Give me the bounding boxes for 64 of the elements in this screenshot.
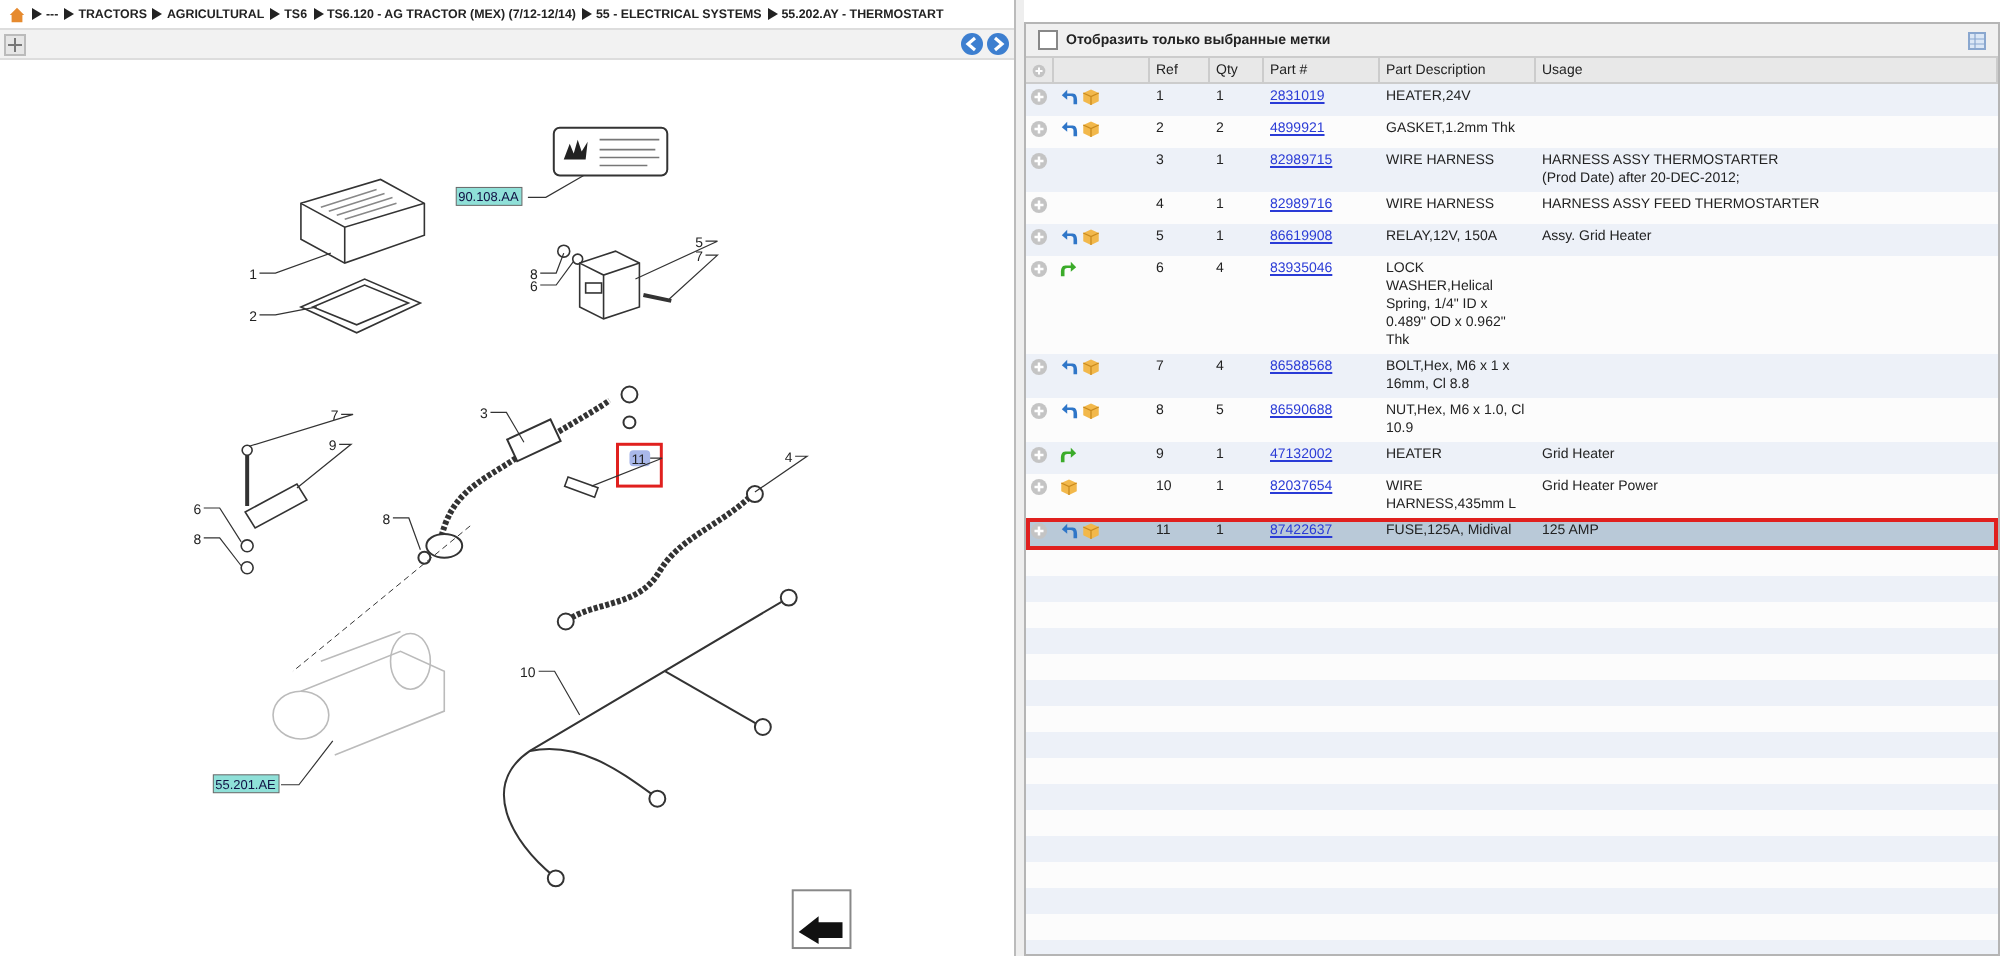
warning-decal-drawing xyxy=(552,126,669,177)
add-icon[interactable] xyxy=(1030,446,1048,464)
triangle-icon xyxy=(767,8,778,20)
leader-line xyxy=(258,306,318,316)
triangle-icon xyxy=(581,8,592,20)
leader-line xyxy=(203,537,242,567)
leader-line xyxy=(489,411,525,443)
curved-arrow-icon[interactable] xyxy=(1060,446,1078,464)
add-icon[interactable] xyxy=(1030,228,1048,246)
leader-line xyxy=(392,517,421,551)
package-icon[interactable] xyxy=(1060,478,1078,496)
leader-line xyxy=(591,457,663,487)
package-icon[interactable] xyxy=(1082,88,1100,106)
curved-arrow-icon[interactable] xyxy=(1060,88,1078,106)
back-button[interactable] xyxy=(960,32,984,56)
leader-line xyxy=(754,455,809,493)
leader-line xyxy=(538,670,581,716)
add-icon[interactable] xyxy=(1032,61,1046,79)
package-icon[interactable] xyxy=(1082,358,1100,376)
checkbox[interactable] xyxy=(1038,30,1058,50)
triangle-icon xyxy=(152,8,163,20)
add-icon[interactable] xyxy=(1030,196,1048,214)
toolbar-button[interactable] xyxy=(4,33,26,55)
curved-arrow-icon[interactable] xyxy=(1060,228,1078,246)
grid-icon[interactable] xyxy=(1968,31,1986,49)
leader-line xyxy=(527,174,585,198)
add-icon[interactable] xyxy=(1030,402,1048,420)
leader-line xyxy=(280,740,334,786)
add-icon[interactable] xyxy=(1030,478,1048,496)
triangle-icon xyxy=(270,8,281,20)
plus-icon xyxy=(8,37,22,51)
relay-drawing xyxy=(556,244,672,320)
add-icon[interactable] xyxy=(1030,522,1048,540)
package-icon[interactable] xyxy=(1082,522,1100,540)
forward-button[interactable] xyxy=(986,32,1010,56)
triangle-icon xyxy=(32,8,42,20)
heater-drawing xyxy=(300,178,426,264)
curved-arrow-icon[interactable] xyxy=(1060,260,1078,278)
curved-arrow-icon[interactable] xyxy=(1060,358,1078,376)
leader-line xyxy=(539,260,575,286)
nut-drawing xyxy=(620,385,639,430)
fuse-drawing xyxy=(563,475,599,499)
leader-line xyxy=(203,507,242,543)
gasket-drawing xyxy=(299,278,423,334)
bracket-drawing xyxy=(240,444,308,575)
package-icon[interactable] xyxy=(1082,228,1100,246)
package-icon[interactable] xyxy=(1082,402,1100,420)
curved-arrow-icon[interactable] xyxy=(1060,522,1078,540)
triangle-icon xyxy=(64,8,75,20)
add-icon[interactable] xyxy=(1030,88,1048,106)
add-icon[interactable] xyxy=(1030,120,1048,138)
add-icon[interactable] xyxy=(1030,358,1048,376)
leader-line xyxy=(258,252,332,274)
next-page-button[interactable] xyxy=(791,889,852,950)
curved-arrow-icon[interactable] xyxy=(1060,120,1078,138)
home-icon[interactable] xyxy=(8,5,26,23)
curved-arrow-icon[interactable] xyxy=(1060,402,1078,420)
package-icon[interactable] xyxy=(1082,120,1100,138)
leader-line xyxy=(539,252,565,274)
callout-highlight xyxy=(629,450,651,467)
nut-drawing xyxy=(417,550,432,565)
triangle-icon xyxy=(313,8,324,20)
add-icon[interactable] xyxy=(1030,260,1048,278)
add-icon[interactable] xyxy=(1030,152,1048,170)
